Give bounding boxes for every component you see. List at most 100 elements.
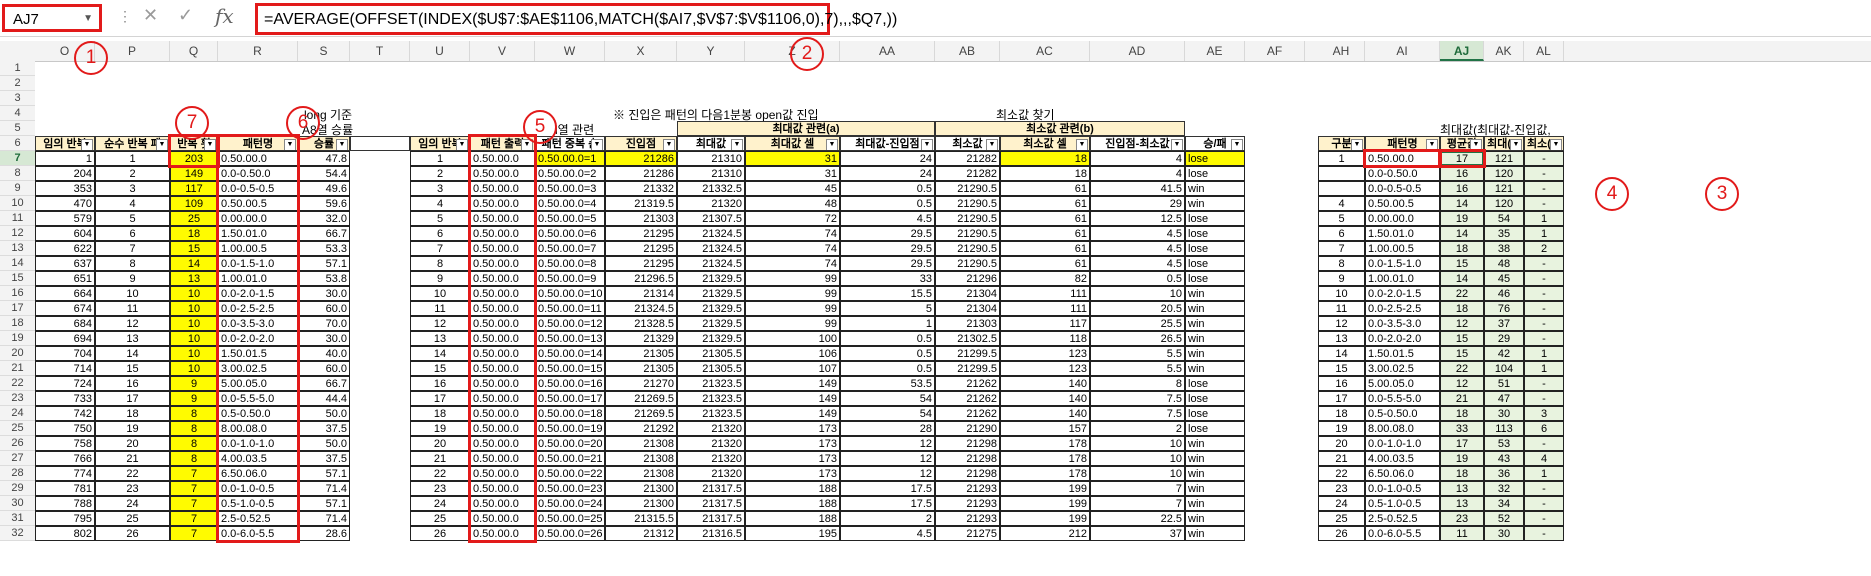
header-ac[interactable]: 최소값 셀 ▼	[1000, 136, 1090, 151]
max-c[interactable]: 43	[1484, 451, 1524, 466]
mid-z[interactable]: 173	[745, 421, 840, 436]
mid-ad[interactable]: 8	[1090, 376, 1185, 391]
mid-z[interactable]: 99	[745, 286, 840, 301]
mid-ab[interactable]: 21293	[935, 481, 1000, 496]
mid-y[interactable]: 21324.5	[677, 241, 745, 256]
right-pattern-name[interactable]: 8.00.08.0	[1365, 421, 1440, 436]
mid-ac[interactable]: 61	[1000, 211, 1090, 226]
mid-ab[interactable]: 21290.5	[935, 241, 1000, 256]
row-header-31[interactable]: 31	[0, 511, 35, 526]
win-rate[interactable]: 50.0	[298, 436, 350, 451]
max-c[interactable]: 47	[1484, 391, 1524, 406]
right-pattern-name[interactable]: 0.0-2.5-2.5	[1365, 301, 1440, 316]
mid-ae[interactable]: lose	[1185, 391, 1245, 406]
mid-u[interactable]: 9	[410, 271, 470, 286]
mid-ac[interactable]: 140	[1000, 391, 1090, 406]
mid-ad[interactable]: 10	[1090, 436, 1185, 451]
mid-z[interactable]: 100	[745, 331, 840, 346]
repeat-count[interactable]: 13	[170, 271, 218, 286]
mid-aa[interactable]: 15.5	[840, 286, 935, 301]
mid-ac[interactable]: 118	[1000, 331, 1090, 346]
mid-ac[interactable]: 18	[1000, 166, 1090, 181]
left-pure-repeat[interactable]: 4	[95, 196, 170, 211]
mid-aa[interactable]: 29.5	[840, 241, 935, 256]
average-value[interactable]: 15	[1440, 331, 1484, 346]
mid-w[interactable]: 0.50.00.0=14	[535, 346, 605, 361]
mid-y[interactable]: 21329.5	[677, 286, 745, 301]
min-d[interactable]: 2	[1524, 241, 1564, 256]
mid-ab[interactable]: 21296	[935, 271, 1000, 286]
column-header-aj[interactable]: AJ	[1440, 41, 1484, 61]
mid-ab[interactable]: 21304	[935, 286, 1000, 301]
mid-ad[interactable]: 12.5	[1090, 211, 1185, 226]
mid-u[interactable]: 20	[410, 436, 470, 451]
right-pattern-name[interactable]: 0.0-5.5-5.0	[1365, 391, 1440, 406]
mid-w[interactable]: 0.50.00.0=24	[535, 496, 605, 511]
win-rate[interactable]: 28.6	[298, 526, 350, 541]
category[interactable]: 11	[1318, 301, 1365, 316]
mid-ab[interactable]: 21262	[935, 391, 1000, 406]
max-c[interactable]: 104	[1484, 361, 1524, 376]
repeat-count[interactable]: 7	[170, 526, 218, 541]
header-p[interactable]: 순수 반복 패 ▼	[95, 136, 170, 151]
repeat-count[interactable]: 10	[170, 346, 218, 361]
left-row-index[interactable]: 758	[35, 436, 95, 451]
filter-dropdown-icon[interactable]: ▼	[826, 139, 838, 150]
mid-aa[interactable]: 24	[840, 166, 935, 181]
average-value[interactable]: 18	[1440, 301, 1484, 316]
average-value[interactable]: 13	[1440, 481, 1484, 496]
row-header-1[interactable]: 1	[0, 61, 35, 76]
mid-aa[interactable]: 29.5	[840, 226, 935, 241]
mid-y[interactable]: 21307.5	[677, 211, 745, 226]
mid-w[interactable]: 0.50.00.0=5	[535, 211, 605, 226]
mid-ac[interactable]: 61	[1000, 181, 1090, 196]
repeat-count[interactable]: 8	[170, 406, 218, 421]
row-header-28[interactable]: 28	[0, 466, 35, 481]
left-row-index[interactable]: 470	[35, 196, 95, 211]
left-pure-repeat[interactable]: 3	[95, 181, 170, 196]
left-pure-repeat[interactable]: 5	[95, 211, 170, 226]
min-d[interactable]: -	[1524, 481, 1564, 496]
mid-w[interactable]: 0.50.00.0=12	[535, 316, 605, 331]
column-header-ae[interactable]: AE	[1185, 41, 1245, 61]
right-pattern-name[interactable]: 0.0-0.50.0	[1365, 166, 1440, 181]
mid-w[interactable]: 0.50.00.0=13	[535, 331, 605, 346]
min-d[interactable]: -	[1524, 256, 1564, 271]
repeat-count[interactable]: 149	[170, 166, 218, 181]
mid-u[interactable]: 1	[410, 151, 470, 166]
max-c[interactable]: 29	[1484, 331, 1524, 346]
max-c[interactable]: 36	[1484, 466, 1524, 481]
column-header-ad[interactable]: AD	[1090, 41, 1185, 61]
min-d[interactable]: 4	[1524, 451, 1564, 466]
mid-ae[interactable]: win	[1185, 451, 1245, 466]
row-header-16[interactable]: 16	[0, 286, 35, 301]
mid-y[interactable]: 21329.5	[677, 316, 745, 331]
max-c[interactable]: 113	[1484, 421, 1524, 436]
right-pattern-name[interactable]: 1.00.00.5	[1365, 241, 1440, 256]
category[interactable]: 13	[1318, 331, 1365, 346]
min-d[interactable]: -	[1524, 316, 1564, 331]
mid-z[interactable]: 31	[745, 151, 840, 166]
filter-dropdown-icon[interactable]: ▼	[986, 139, 998, 150]
mid-ac[interactable]: 82	[1000, 271, 1090, 286]
mid-x[interactable]: 21308	[605, 436, 677, 451]
left-pure-repeat[interactable]: 1	[95, 151, 170, 166]
category[interactable]: 24	[1318, 496, 1365, 511]
left-row-index[interactable]: 664	[35, 286, 95, 301]
mid-ae[interactable]: win	[1185, 286, 1245, 301]
right-pattern-name[interactable]: 0.0-3.5-3.0	[1365, 316, 1440, 331]
mid-ac[interactable]: 117	[1000, 316, 1090, 331]
mid-w[interactable]: 0.50.00.0=7	[535, 241, 605, 256]
mid-ad[interactable]: 4	[1090, 166, 1185, 181]
repeat-count[interactable]: 8	[170, 451, 218, 466]
row-header-26[interactable]: 26	[0, 436, 35, 451]
left-row-index[interactable]: 781	[35, 481, 95, 496]
max-c[interactable]: 121	[1484, 181, 1524, 196]
left-pure-repeat[interactable]: 19	[95, 421, 170, 436]
mid-aa[interactable]: 24	[840, 151, 935, 166]
win-rate[interactable]: 66.7	[298, 376, 350, 391]
mid-w[interactable]: 0.50.00.0=8	[535, 256, 605, 271]
mid-x[interactable]: 21295	[605, 226, 677, 241]
mid-z[interactable]: 72	[745, 211, 840, 226]
min-group-header[interactable]: 최소값 관련(b)	[935, 121, 1185, 136]
